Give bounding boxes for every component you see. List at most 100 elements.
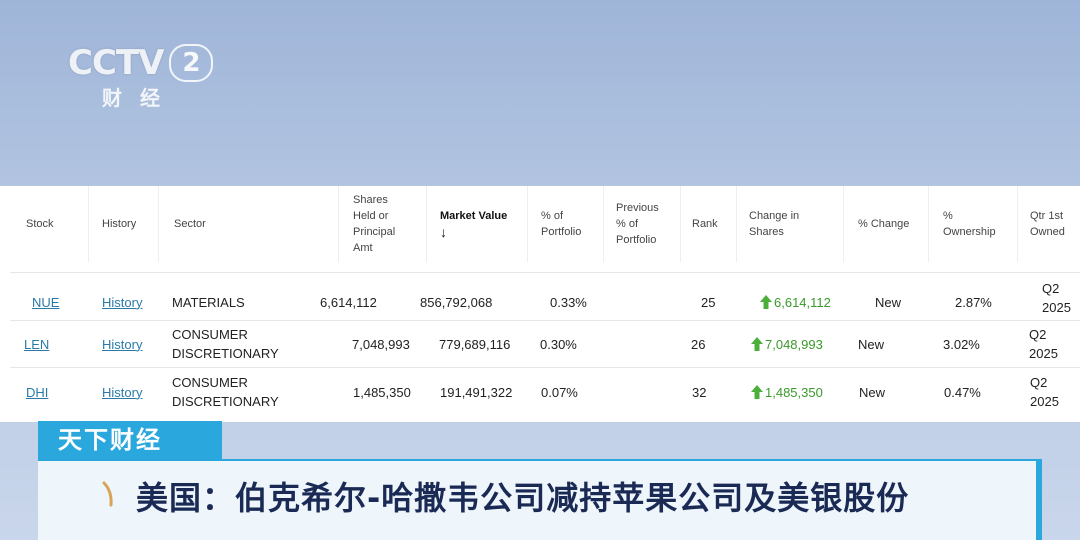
news-headline: 美国：伯克希尔-哈撒韦公司减持苹果公司及美银股份: [136, 479, 910, 517]
shares-cell: 6,614,112: [320, 294, 377, 310]
history-link-dhi[interactable]: History: [102, 372, 142, 412]
logo-main: CCTV 2: [68, 43, 214, 83]
cctv2-logo: CCTV 2 财经: [68, 43, 214, 110]
pct-change-cell: New: [859, 384, 886, 400]
header-pct-ownership[interactable]: % Ownership: [943, 186, 1009, 262]
row-divider: [10, 272, 1080, 273]
qtr-line: Q2: [1029, 327, 1047, 342]
stock-link-nue[interactable]: NUE: [32, 282, 59, 322]
header-pct-ownership-line: Ownership: [943, 226, 996, 238]
change-shares-cell: 1,485,350: [751, 372, 823, 412]
market-value-cell: 191,491,322: [440, 384, 513, 400]
sector-line: DISCRETIONARY: [172, 394, 279, 409]
header-pct-portfolio-line: % of: [541, 210, 564, 222]
header-market-value-label: Market Value: [440, 210, 508, 222]
sector-cell: CONSUMER DISCRETIONARY: [172, 370, 279, 414]
qtr-line: Q2: [1042, 281, 1060, 296]
rank-cell: 26: [691, 336, 706, 352]
history-link-len[interactable]: History: [102, 324, 142, 364]
pct-change-cell: New: [875, 294, 902, 310]
qtr-line: 2025: [1042, 300, 1071, 315]
header-shares-line: Shares: [353, 194, 388, 206]
qtr-cell: Q2 2025: [1042, 272, 1071, 324]
header-pct-ownership-line: %: [943, 210, 953, 222]
column-divider: [680, 186, 681, 262]
quote-mark-icon: [102, 481, 114, 507]
header-change-shares-line: Change in: [749, 210, 800, 222]
header-shares-line: Principal: [353, 226, 396, 238]
header-prev-pct-line: % of: [616, 218, 639, 230]
header-shares-line: Held or: [353, 210, 389, 222]
sector-cell: MATERIALS: [172, 282, 245, 322]
change-shares-value: 6,614,112: [774, 294, 831, 310]
column-divider: [1017, 186, 1018, 262]
qtr-line: 2025: [1030, 394, 1059, 409]
news-ticker: 美国：伯克希尔-哈撒韦公司减持苹果公司及美银股份: [38, 459, 1042, 540]
column-divider: [603, 186, 604, 262]
program-tag: 天下财经: [38, 421, 222, 459]
shares-cell: 7,048,993: [352, 336, 410, 352]
rank-cell: 32: [692, 384, 707, 400]
sector-line: CONSUMER: [172, 327, 248, 342]
header-change-shares[interactable]: Change in Shares: [749, 186, 819, 262]
column-divider: [158, 186, 159, 262]
header-qtr-first[interactable]: Qtr 1st Owned: [1030, 186, 1078, 262]
header-sector[interactable]: Sector: [174, 186, 294, 262]
logo-channel: 2: [169, 44, 214, 82]
stock-link-len[interactable]: LEN: [24, 324, 49, 364]
column-divider: [736, 186, 737, 262]
market-value-cell: 856,792,068: [420, 294, 493, 310]
history-link-nue[interactable]: History: [102, 282, 142, 322]
up-arrow-icon: [751, 385, 763, 399]
column-divider: [426, 186, 427, 262]
qtr-line: 2025: [1029, 346, 1058, 361]
header-prev-pct[interactable]: Previous % of Portfolio: [616, 186, 678, 262]
sector-cell: CONSUMER DISCRETIONARY: [172, 322, 279, 366]
row-divider: [10, 367, 1080, 368]
header-pct-change[interactable]: % Change: [858, 186, 924, 262]
pct-ownership-cell: 0.47%: [944, 384, 981, 400]
qtr-cell: Q2 2025: [1030, 368, 1059, 416]
column-divider: [88, 186, 89, 262]
change-shares-cell: 7,048,993: [751, 324, 823, 364]
header-history[interactable]: History: [102, 186, 157, 262]
holdings-table: Stock History Sector Shares Held or Prin…: [0, 186, 1080, 422]
sector-line: DISCRETIONARY: [172, 346, 279, 361]
change-shares-cell: 6,614,112: [760, 282, 831, 322]
qtr-cell: Q2 2025: [1029, 320, 1058, 368]
header-prev-pct-line: Previous: [616, 202, 659, 214]
pct-portfolio-cell: 0.30%: [540, 336, 577, 352]
logo-subtitle: 财经: [102, 86, 178, 110]
sort-down-arrow-icon[interactable]: ↓: [440, 224, 507, 240]
header-prev-pct-line: Portfolio: [616, 234, 657, 246]
row-divider: [10, 320, 1080, 321]
column-divider: [843, 186, 844, 262]
header-shares-line: Amt: [353, 242, 373, 254]
column-divider: [527, 186, 528, 262]
pct-ownership-cell: 3.02%: [943, 336, 980, 352]
header-change-shares-line: Shares: [749, 226, 784, 238]
pct-ownership-cell: 2.87%: [955, 294, 992, 310]
qtr-line: Q2: [1030, 375, 1048, 390]
header-stock[interactable]: Stock: [26, 186, 86, 262]
header-shares[interactable]: Shares Held or Principal Amt: [353, 186, 423, 262]
header-market-value[interactable]: Market Value ↓: [440, 186, 525, 262]
header-qtr-first-line: Owned: [1030, 226, 1065, 238]
table-header: Stock History Sector Shares Held or Prin…: [0, 186, 1080, 262]
change-shares-value: 7,048,993: [765, 336, 823, 352]
column-divider: [928, 186, 929, 262]
header-rank[interactable]: Rank: [692, 186, 732, 262]
up-arrow-icon: [760, 295, 772, 309]
rank-cell: 25: [701, 294, 716, 310]
header-pct-portfolio-line: Portfolio: [541, 226, 582, 238]
market-value-cell: 779,689,116: [439, 336, 511, 352]
column-divider: [338, 186, 339, 262]
pct-portfolio-cell: 0.07%: [541, 384, 578, 400]
shares-cell: 1,485,350: [353, 384, 411, 400]
up-arrow-icon: [751, 337, 763, 351]
header-pct-portfolio[interactable]: % of Portfolio: [541, 186, 601, 262]
pct-portfolio-cell: 0.33%: [550, 294, 587, 310]
pct-change-cell: New: [858, 336, 885, 352]
change-shares-value: 1,485,350: [765, 384, 823, 400]
stock-link-dhi[interactable]: DHI: [26, 372, 48, 412]
